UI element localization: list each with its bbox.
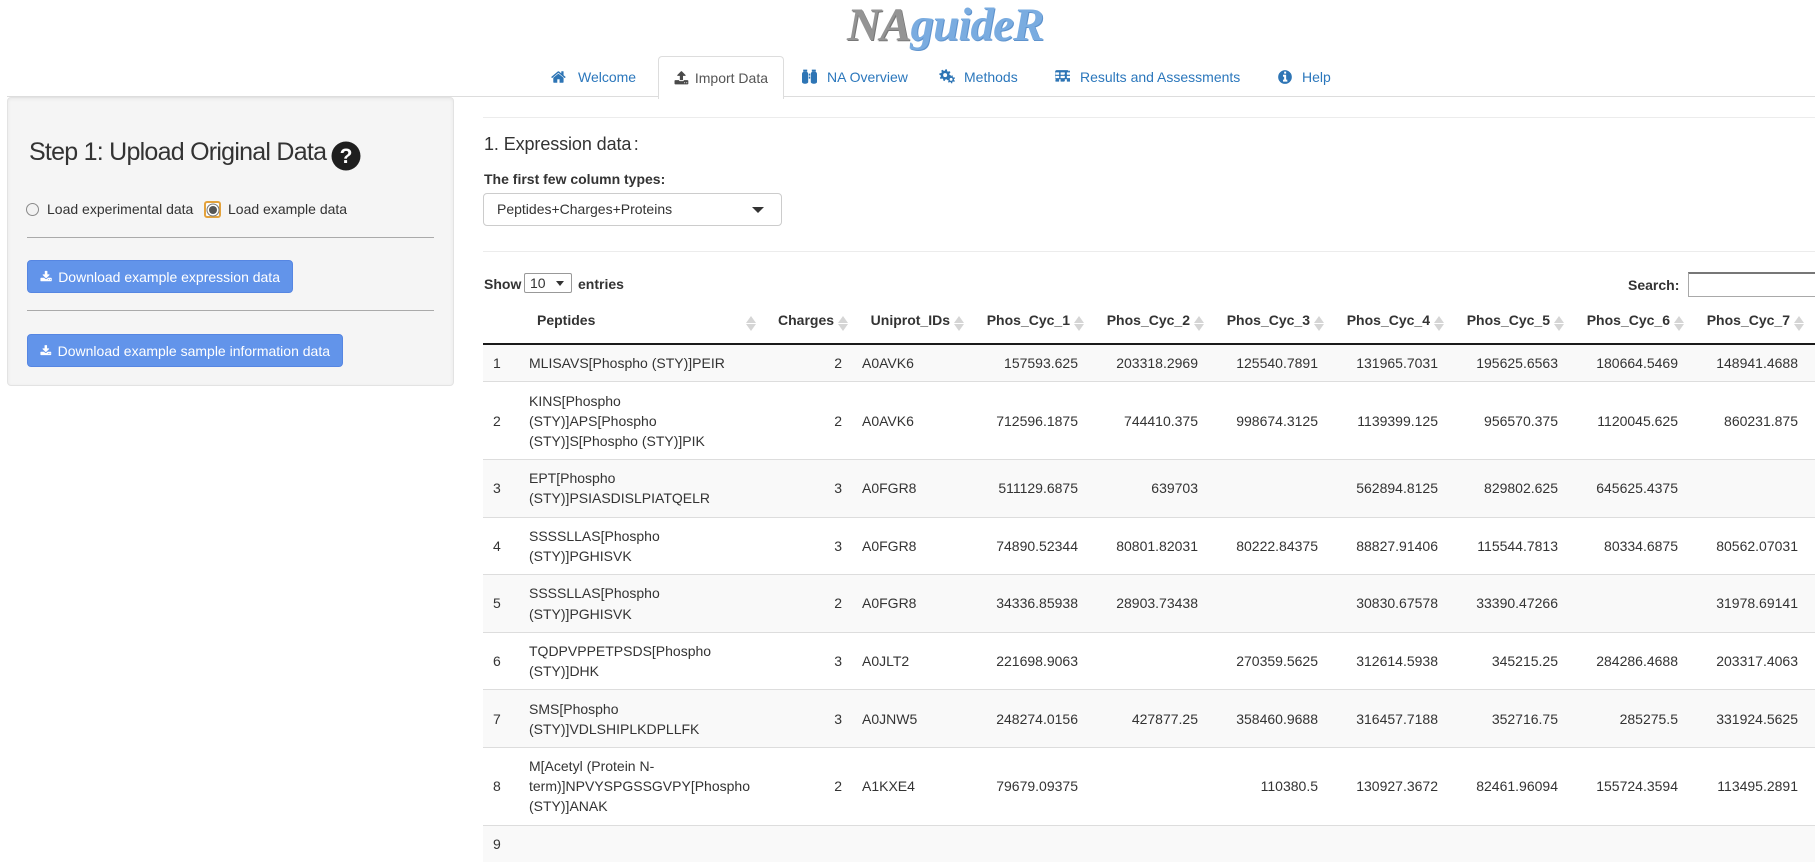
svg-text:?: ? xyxy=(340,145,353,168)
